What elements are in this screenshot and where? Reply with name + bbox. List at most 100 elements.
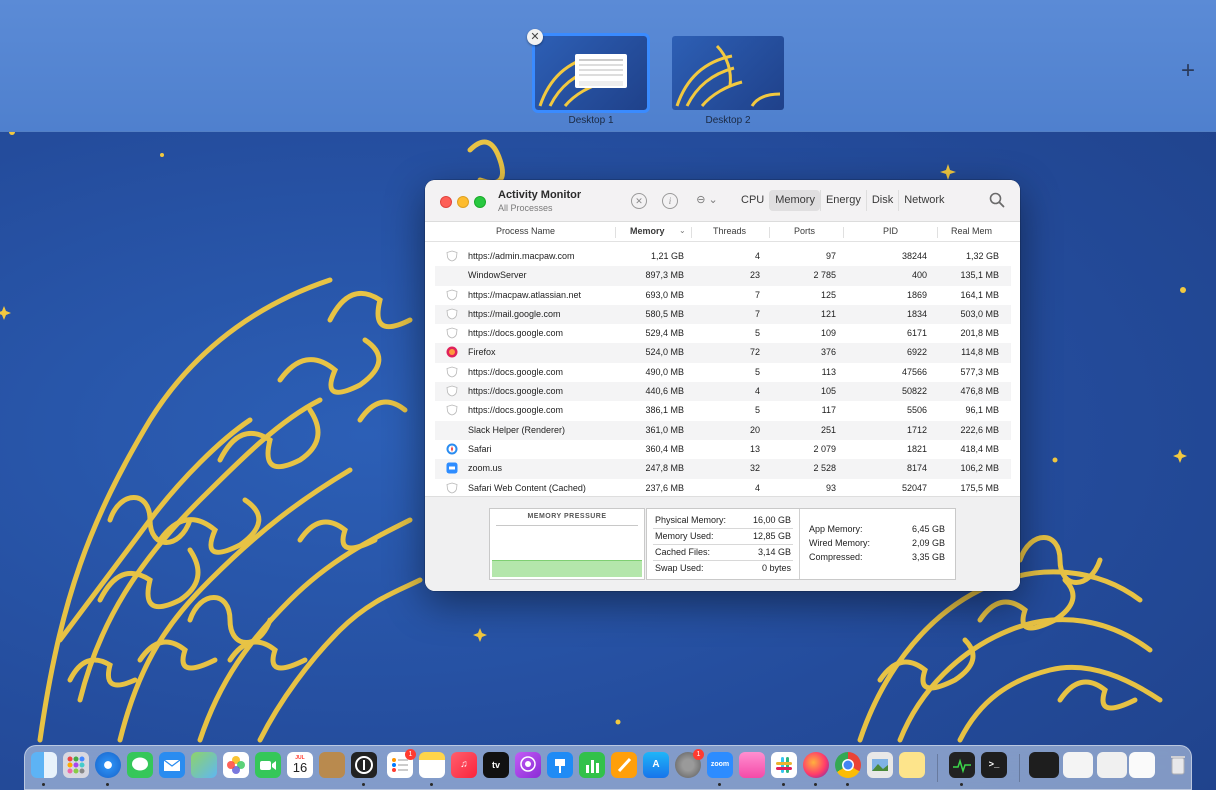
tab-disk[interactable]: Disk [865,190,898,211]
cell-real-mem: 503,0 MB [960,308,999,319]
mail-icon[interactable] [159,752,185,778]
safari-icon [446,443,458,455]
running-indicator [960,783,963,786]
photos-flower-glyph [227,756,245,774]
window-minimize-button[interactable] [457,196,469,208]
column-header-threads[interactable]: Threads [713,226,746,236]
table-row[interactable]: https://macpaw.atlassian.net 693,0 MB 7 125… [435,286,1011,305]
cell-real-mem: 164,1 MB [960,289,999,300]
firefox-icon[interactable] [803,752,829,778]
table-row[interactable]: https://mail.google.com 580,5 MB 7 121 1834 5… [435,304,1011,325]
apple-tv-icon[interactable]: tv [483,752,509,778]
safari-icon[interactable] [95,752,121,778]
column-header-pid[interactable]: PID [883,226,898,236]
cell-threads: 4 [754,251,760,261]
window-close-button[interactable] [440,196,452,208]
table-row[interactable]: zoom.us 247,8 MB 32 2 528 8174 106,2 MB [435,459,1011,479]
launchpad-icon[interactable] [63,752,89,778]
finder-icon[interactable] [31,752,57,778]
table-row[interactable]: Safari Web Content (Cached) 237,6 MB 4 93 52… [435,479,1011,498]
numbers-icon[interactable] [579,752,605,778]
photos-icon[interactable] [223,752,249,778]
notes-brown-app-icon[interactable] [319,752,345,778]
space-thumbnail-desktop-2[interactable] [672,36,784,110]
downloads-stack-icon[interactable] [1129,752,1155,778]
space-label-desktop-2: Desktop 2 [705,115,751,126]
table-row[interactable]: Slack Helper (Renderer) 361,0 MB 20 251 1712… [435,420,1011,440]
desktop-1-preview [538,54,627,107]
options-menu-button[interactable]: ⊖ ⌄ [693,193,721,209]
space-thumbnail-desktop-1[interactable] [532,33,650,113]
running-indicator [430,783,433,786]
pages-icon[interactable] [611,752,637,778]
tab-memory[interactable]: Memory [769,190,820,211]
minimized-window-thumbnail[interactable] [1097,752,1127,778]
table-row[interactable]: https://docs.google.com 490,0 MB 5 113 47566… [435,363,1011,382]
maps-icon[interactable] [191,752,217,778]
terminal-icon[interactable]: >_ [981,752,1007,778]
keynote-icon[interactable] [547,752,573,778]
podcasts-icon[interactable] [515,752,541,778]
slack-icon[interactable] [771,752,797,778]
music-icon[interactable]: ♫ [451,752,477,778]
column-header-ports[interactable]: Ports [794,226,815,236]
facetime-icon[interactable] [255,752,281,778]
inspect-process-button[interactable]: i [662,193,678,209]
zoom-icon[interactable]: zoom [707,752,733,778]
1password-icon[interactable] [351,752,377,778]
stickies-icon[interactable] [899,752,925,778]
trash-icon[interactable] [1165,752,1191,778]
tab-cpu[interactable]: CPU [736,190,769,211]
column-header-process-name[interactable]: Process Name [496,226,555,236]
notes-icon[interactable] [419,752,445,778]
system-preferences-badge: 1 [693,749,704,760]
preview-icon[interactable] [867,752,893,778]
window-zoom-button[interactable] [474,196,486,208]
tab-network[interactable]: Network [898,190,949,211]
podcast-glyph [520,756,536,772]
cell-ports: 105 [820,386,836,397]
minimized-window-thumbnail[interactable] [1029,752,1059,778]
close-space-button[interactable]: ✕ [527,29,543,45]
add-space-button[interactable]: + [1177,59,1199,83]
trash-can-glyph [1171,756,1185,775]
cell-ports: 109 [820,328,836,339]
table-row[interactable]: https://docs.google.com 529,4 MB 5 109 6171 2… [435,324,1011,343]
messages-icon[interactable] [127,752,153,778]
cell-pid: 400 [911,270,927,281]
search-icon[interactable] [989,192,1005,208]
cell-memory: 897,3 MB [645,270,684,281]
activity-monitor-icon[interactable] [949,752,975,778]
running-indicator [106,783,109,786]
shield-icon [446,289,458,301]
cleanmymac-icon[interactable] [739,752,765,778]
chrome-icon[interactable] [835,752,861,778]
cell-pid: 5506 [906,405,927,416]
table-row[interactable]: Firefox 524,0 MB 72 376 6922 114,8 MB [435,343,1011,363]
table-row[interactable]: WindowServer 897,3 MB 23 2 785 400 135,1 MB [435,266,1011,286]
cell-process-name: https://docs.google.com [468,366,564,377]
cell-threads: 4 [754,386,760,397]
window-toolbar: Activity Monitor All Processes ✕ i ⊖ ⌄ C… [425,180,1020,222]
table-row[interactable]: https://admin.macpaw.com 1,21 GB 4 97 38244 1… [435,247,1011,266]
app-store-icon[interactable]: A [643,752,669,778]
calendar-icon[interactable]: JUL 16 [287,752,313,778]
cell-pid: 50822 [901,386,927,397]
minimized-window-thumbnail[interactable] [1063,752,1093,778]
column-header-memory[interactable]: Memory [630,226,665,236]
column-separator [615,227,616,238]
stat-label: Cached Files: [655,547,711,557]
cell-pid: 1821 [906,443,927,454]
table-row[interactable]: https://docs.google.com 386,1 MB 5 117 5506 9… [435,401,1011,420]
table-row[interactable]: https://docs.google.com 440,6 MB 4 105 50822… [435,382,1011,402]
memory-pressure-fill [492,560,642,577]
column-header-real-mem[interactable]: Real Mem [951,226,992,236]
tab-energy[interactable]: Energy [819,190,866,211]
cell-process-name: Safari [468,443,492,454]
cell-memory: 490,0 MB [645,366,684,377]
cell-real-mem: 96,1 MB [965,405,999,416]
stop-process-button[interactable]: ✕ [631,193,647,209]
table-row[interactable]: Safari 360,4 MB 13 2 079 1821 418,4 MB [435,440,1011,459]
running-indicator [846,783,849,786]
running-indicator [782,783,785,786]
